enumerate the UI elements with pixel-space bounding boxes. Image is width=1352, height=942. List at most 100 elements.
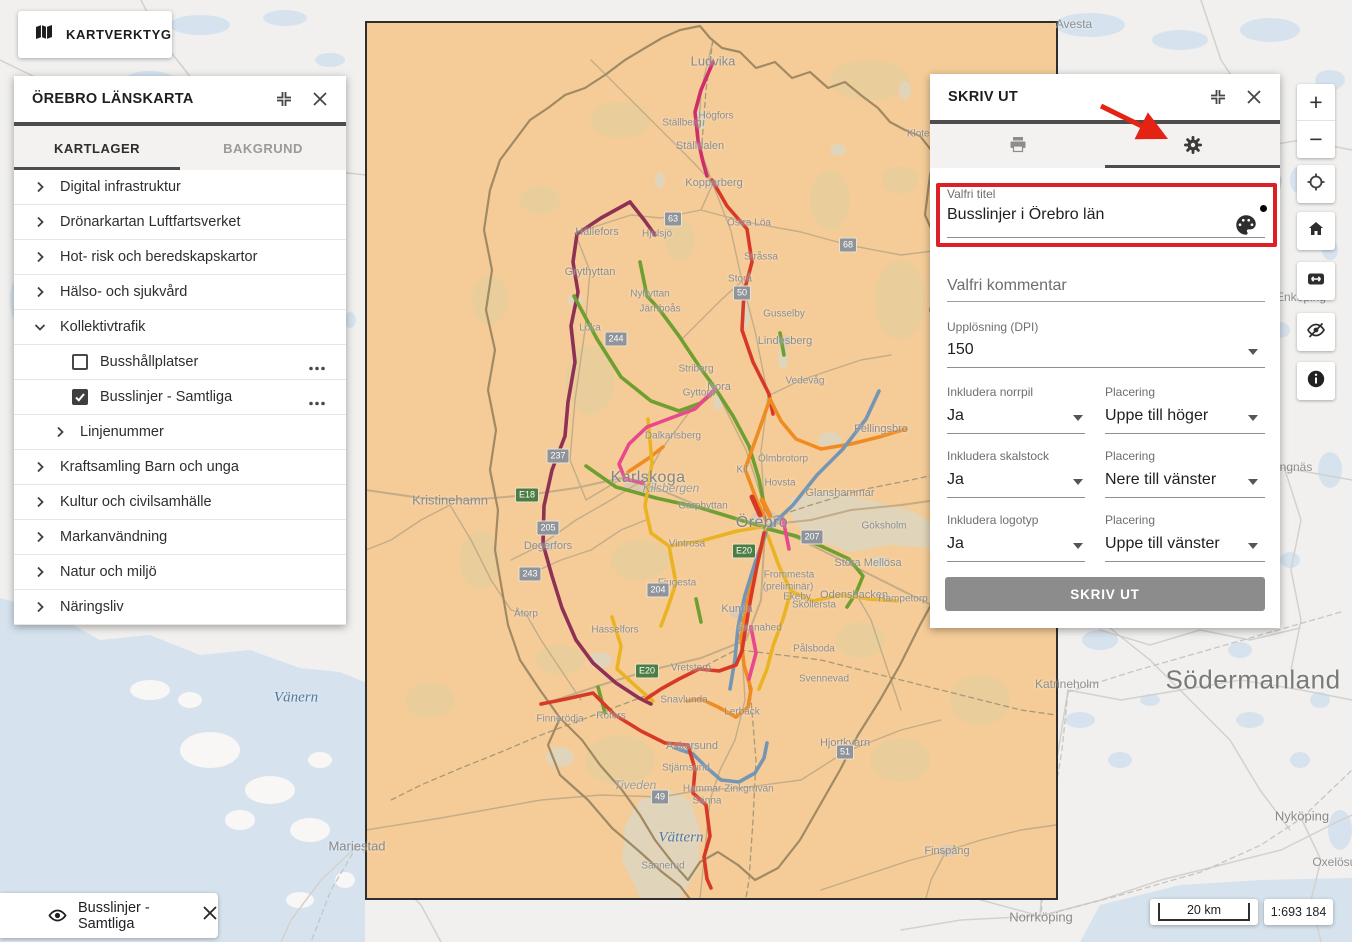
eye-icon (48, 906, 67, 930)
dpi-select[interactable]: 150 (947, 341, 974, 359)
chevron-right-icon[interactable] (34, 566, 60, 578)
northarrow-placement-select[interactable]: Uppe till höger (1105, 407, 1208, 425)
layer-item-dr-narkartan-luftfartsverket[interactable]: Drönarkartan Luftfartsverket (14, 205, 346, 240)
chevron-down-icon[interactable] (1248, 479, 1258, 490)
print-title-input[interactable] (947, 206, 1222, 224)
layer-item-hot-risk-och-beredskapskartor[interactable]: Hot- risk och beredskapskartor (14, 240, 346, 275)
layer-item-label: Hälso- och sjukvård (60, 284, 187, 300)
scalebar-placement-label: Placering (1105, 449, 1155, 463)
info-button[interactable] (1297, 362, 1335, 400)
extent-swap-icon (1306, 269, 1326, 294)
checkbox-unchecked[interactable] (72, 354, 88, 370)
zoom-out-button[interactable]: − (1297, 121, 1335, 158)
palette-badge-dot (1260, 205, 1267, 212)
layer-item-bussh-llplatser[interactable]: Busshållplatser (14, 345, 346, 380)
map-tools-label: KARTVERKTYG (66, 27, 172, 42)
collapse-icon[interactable] (272, 87, 296, 111)
layer-item-kultur-och-civilsamh-lle[interactable]: Kultur och civilsamhälle (14, 485, 346, 520)
previous-extent-button[interactable] (1297, 262, 1335, 300)
logo-label: Inkludera logotyp (947, 513, 1038, 527)
map-icon (34, 23, 54, 46)
layer-item-label: Natur och miljö (60, 564, 157, 580)
close-icon[interactable] (308, 87, 332, 111)
close-icon[interactable] (1242, 85, 1266, 109)
chevron-right-icon[interactable] (34, 496, 60, 508)
tab-print-settings[interactable] (1105, 124, 1280, 168)
tab-print[interactable] (930, 124, 1105, 168)
gear-icon (1183, 135, 1203, 158)
logo-placement-select[interactable]: Uppe till vänster (1105, 535, 1220, 553)
layer-item-label: Busshållplatser (100, 354, 198, 370)
chevron-right-icon[interactable] (34, 216, 60, 228)
logo-select[interactable]: Ja (947, 535, 964, 553)
scalebar-select[interactable]: Ja (947, 471, 964, 489)
chevron-down-icon[interactable] (1073, 479, 1083, 490)
chevron-down-icon[interactable] (1073, 415, 1083, 426)
layer-item-busslinjer-samtliga[interactable]: Busslinjer - Samtliga (14, 380, 346, 415)
scale-ratio-label: 1:693 184 (1271, 905, 1327, 919)
layer-item-digital-infrastruktur[interactable]: Digital infrastruktur (14, 170, 346, 205)
chevron-right-icon[interactable] (34, 286, 60, 298)
field-underline (947, 367, 1265, 368)
logo-placement-label: Placering (1105, 513, 1155, 527)
chevron-right-icon[interactable] (34, 181, 60, 193)
layer-item-label: Kultur och civilsamhälle (60, 494, 212, 510)
zoom-control: + − (1297, 84, 1335, 158)
scale-bar: 20 km (1150, 899, 1258, 925)
home-extent-button[interactable] (1297, 212, 1335, 250)
layer-item-label: Digital infrastruktur (60, 179, 181, 195)
scale-bar-label: 20 km (1187, 903, 1221, 917)
map-tools-button[interactable]: KARTVERKTYG (18, 11, 172, 58)
layer-item-label: Drönarkartan Luftfartsverket (60, 214, 241, 230)
field-underline (947, 237, 1265, 238)
chevron-down-icon[interactable] (34, 321, 60, 333)
scale-ratio: 1:693 184 (1264, 899, 1333, 925)
zoom-in-button[interactable]: + (1297, 84, 1335, 121)
locate-button[interactable] (1297, 165, 1335, 203)
scale-bar-bracket: 20 km (1158, 903, 1250, 921)
print-comment-input[interactable] (947, 277, 1247, 295)
layer-item-kollektivtrafik[interactable]: Kollektivtrafik (14, 310, 346, 345)
chevron-right-icon[interactable] (54, 426, 80, 438)
scalebar-placement-select[interactable]: Nere till vänster (1105, 471, 1216, 489)
chevron-down-icon[interactable] (1248, 349, 1258, 360)
field-underline (1105, 497, 1265, 498)
northarrow-select[interactable]: Ja (947, 407, 964, 425)
layers-panel: ÖREBRO LÄNSKARTA KARTLAGER BAKGRUND Digi… (14, 76, 346, 625)
layer-item-n-ringsliv[interactable]: Näringsliv (14, 590, 346, 625)
chevron-down-icon[interactable] (1073, 543, 1083, 554)
checkbox-checked[interactable] (72, 389, 88, 405)
field-underline (947, 433, 1085, 434)
chevron-down-icon[interactable] (1248, 543, 1258, 554)
layer-item-markanv-ndning[interactable]: Markanvändning (14, 520, 346, 555)
layer-options-menu-icon[interactable] (308, 358, 326, 376)
chevron-right-icon[interactable] (34, 461, 60, 473)
active-layer-chip[interactable]: Busslinjer - Samtliga (0, 893, 218, 938)
collapse-icon[interactable] (1206, 85, 1230, 109)
tab-kartlager[interactable]: KARTLAGER (14, 126, 180, 170)
chevron-down-icon[interactable] (1248, 415, 1258, 426)
palette-icon[interactable] (1233, 212, 1259, 243)
field-underline (947, 561, 1085, 562)
northarrow-label: Inkludera norrpil (947, 385, 1033, 399)
layers-panel-title: ÖREBRO LÄNSKARTA (32, 91, 260, 107)
chevron-right-icon[interactable] (34, 601, 60, 613)
active-layer-chip-label: Busslinjer - Samtliga (78, 900, 188, 932)
chevron-right-icon[interactable] (34, 531, 60, 543)
print-panel-title: SKRIV UT (948, 89, 1194, 105)
layer-item-linjenummer[interactable]: Linjenummer (14, 415, 346, 450)
close-icon[interactable] (202, 905, 218, 926)
scalebar-label: Inkludera skalstock (947, 449, 1049, 463)
layer-item-natur-och-milj[interactable]: Natur och miljö (14, 555, 346, 590)
eye-off-icon (1306, 320, 1326, 345)
dpi-label: Upplösning (DPI) (947, 320, 1038, 334)
tab-bakgrund[interactable]: BAKGRUND (180, 126, 346, 170)
print-button[interactable]: SKRIV UT (945, 577, 1265, 611)
layer-item-label: Näringsliv (60, 599, 124, 615)
layer-options-menu-icon[interactable] (308, 393, 326, 411)
hide-layers-button[interactable] (1297, 313, 1335, 351)
home-icon (1306, 219, 1326, 244)
chevron-right-icon[interactable] (34, 251, 60, 263)
layer-item-h-lso-och-sjukv-rd[interactable]: Hälso- och sjukvård (14, 275, 346, 310)
layer-item-kraftsamling-barn-och-unga[interactable]: Kraftsamling Barn och unga (14, 450, 346, 485)
